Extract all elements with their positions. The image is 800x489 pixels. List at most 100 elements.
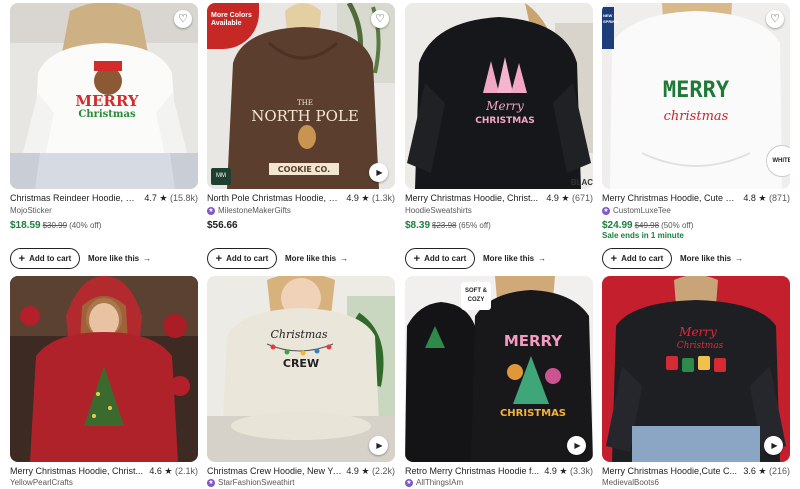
star-icon: ★ xyxy=(561,193,570,203)
listing-title[interactable]: Christmas Crew Hoodie, New Ye... xyxy=(207,466,342,477)
sale-price: $18.59 xyxy=(10,220,41,231)
shop-name[interactable]: ★ MilestoneMakerGifts xyxy=(207,206,291,216)
color-swatch-badge: WHITE xyxy=(766,145,790,177)
listing-title[interactable]: Merry Christmas Hoodie, Cute C... xyxy=(602,193,739,204)
more-like-this-link[interactable]: More like this → xyxy=(680,248,743,269)
favorite-heart-icon[interactable]: ♡ xyxy=(371,10,389,28)
star-seller-icon: ★ xyxy=(207,479,215,487)
discount-percent: (65% off) xyxy=(458,221,491,230)
price-row: $18.59 $30.99 (40% off) xyxy=(10,220,101,232)
listing-image-7[interactable]: MERRY CHRISTMAS SOFT & COZY ▶ xyxy=(405,276,593,462)
listing-rating: 4.9 ★ (3.3k) xyxy=(544,466,593,476)
star-icon: ★ xyxy=(361,193,370,203)
color-label: BLAC xyxy=(570,178,593,187)
price: $56.66 xyxy=(207,220,238,231)
star-icon: ★ xyxy=(559,466,568,476)
svg-text:THE: THE xyxy=(297,99,313,107)
video-play-icon[interactable]: ▶ xyxy=(369,436,388,455)
listing-card-4[interactable]: MERRY christmas NEW SPRING ♡ WHITE Merry… xyxy=(602,3,790,269)
svg-text:CHRISTMAS: CHRISTMAS xyxy=(475,116,534,126)
svg-text:Christmas: Christmas xyxy=(78,109,136,120)
more-like-this-link[interactable]: More like this → xyxy=(483,248,546,269)
add-to-cart-button[interactable]: + Add to cart xyxy=(602,248,672,269)
listing-rating: 4.6 ★ (2.1k) xyxy=(149,466,198,476)
shop-name[interactable]: MojoSticker xyxy=(10,206,52,216)
arrow-right-icon: → xyxy=(143,254,152,263)
star-icon: ★ xyxy=(159,193,168,203)
shop-name[interactable]: HoodieSweatshirts xyxy=(405,206,472,216)
discount-percent: (50% off) xyxy=(661,221,694,230)
plus-icon: + xyxy=(18,252,26,265)
svg-text:MERRY: MERRY xyxy=(663,78,730,103)
svg-text:CREW: CREW xyxy=(283,357,319,370)
svg-text:Christmas: Christmas xyxy=(271,328,328,341)
sale-price: $24.99 xyxy=(602,220,633,231)
soft-cozy-badge: SOFT & COZY xyxy=(461,282,491,310)
shop-name[interactable]: YellowPearlCrafts xyxy=(10,478,73,488)
shop-name[interactable]: MedievalBoots6 xyxy=(602,478,659,488)
listing-image-5[interactable] xyxy=(10,276,198,462)
favorite-heart-icon[interactable]: ♡ xyxy=(174,10,192,28)
listing-title[interactable]: Christmas Reindeer Hoodie, Chr... xyxy=(10,193,140,204)
add-to-cart-button[interactable]: + Add to cart xyxy=(405,248,475,269)
listing-title[interactable]: Merry Christmas Hoodie, Christ... xyxy=(405,193,542,204)
star-icon: ★ xyxy=(758,466,767,476)
arrow-right-icon: → xyxy=(340,254,349,263)
listing-card-8[interactable]: Merry Christmas ▶ Merry Christmas Hoodie… xyxy=(602,276,790,487)
listing-title[interactable]: Merry Christmas Hoodie, Christ... xyxy=(10,466,145,477)
more-like-this-link[interactable]: More like this → xyxy=(285,248,348,269)
shop-name[interactable]: ★ StarFashionSweathirt xyxy=(207,478,294,488)
favorite-heart-icon[interactable]: ♡ xyxy=(766,10,784,28)
arrow-right-icon: → xyxy=(735,254,744,263)
video-play-icon[interactable]: ▶ xyxy=(369,163,388,182)
listing-image-3[interactable]: Merry CHRISTMAS BLAC xyxy=(405,3,593,189)
plus-icon: + xyxy=(215,252,223,265)
sale-ends-notice: Sale ends in 1 minute xyxy=(602,231,684,240)
plus-icon: + xyxy=(610,252,618,265)
listing-image-8[interactable]: Merry Christmas ▶ xyxy=(602,276,790,462)
listing-rating: 4.9 ★ (1.3k) xyxy=(346,193,395,203)
original-price: $30.99 xyxy=(42,221,68,230)
listing-card-3[interactable]: Merry CHRISTMAS BLAC Merry Christmas Hoo… xyxy=(405,3,593,269)
original-price: $23.98 xyxy=(432,221,457,230)
svg-text:christmas: christmas xyxy=(664,109,729,124)
listing-card-6[interactable]: Christmas CREW ▶ Christmas Crew Hoodie, … xyxy=(207,276,395,487)
svg-text:Christmas: Christmas xyxy=(677,341,724,351)
svg-text:COOKIE CO.: COOKIE CO. xyxy=(278,165,330,174)
star-seller-icon: ★ xyxy=(405,479,413,487)
listing-image-4[interactable]: MERRY christmas NEW SPRING ♡ WHITE xyxy=(602,3,790,189)
svg-text:Merry: Merry xyxy=(485,99,524,113)
listing-title[interactable]: Retro Merry Christmas Hoodie f... xyxy=(405,466,540,477)
add-to-cart-button[interactable]: + Add to cart xyxy=(207,248,277,269)
star-icon: ★ xyxy=(164,466,173,476)
listing-title[interactable]: Merry Christmas Hoodie,Cute C... xyxy=(602,466,739,477)
original-price: $49.98 xyxy=(634,221,660,230)
svg-text:MERRY: MERRY xyxy=(504,332,563,350)
listing-card-5[interactable]: Merry Christmas Hoodie, Christ... 4.6 ★ … xyxy=(10,276,198,487)
listing-card-7[interactable]: MERRY CHRISTMAS SOFT & COZY ▶ Retro Merr… xyxy=(405,276,593,487)
star-icon: ★ xyxy=(361,466,370,476)
listing-rating: 3.6 ★ (216) xyxy=(743,466,790,476)
listing-card-1[interactable]: MERRY Christmas ♡ Christmas Reindeer Hoo… xyxy=(10,3,198,269)
star-seller-icon: ★ xyxy=(602,207,610,215)
shop-name[interactable]: ★ AllThingsIAm xyxy=(405,478,463,488)
listing-image-1[interactable]: MERRY Christmas ♡ xyxy=(10,3,198,189)
promo-ribbon: NEW SPRING xyxy=(602,7,618,49)
video-play-icon[interactable]: ▶ xyxy=(567,436,586,455)
more-like-this-link[interactable]: More like this → xyxy=(88,248,151,269)
listing-title[interactable]: North Pole Christmas Hoodie, C... xyxy=(207,193,342,204)
video-play-icon[interactable]: ▶ xyxy=(764,436,783,455)
listing-image-2[interactable]: THE NORTH POLE COOKIE CO. More Colors Av… xyxy=(207,3,395,189)
svg-text:Merry: Merry xyxy=(678,325,717,339)
shop-name[interactable]: ★ CustomLuxeTee xyxy=(602,206,671,216)
sale-price: $8.39 xyxy=(405,220,431,231)
listing-card-2[interactable]: THE NORTH POLE COOKIE CO. More Colors Av… xyxy=(207,3,395,269)
price-row: $8.39 $23.98 (65% off) xyxy=(405,220,491,232)
price-row: $56.66 xyxy=(207,220,238,232)
plus-icon: + xyxy=(413,252,421,265)
shop-logo-badge: MM xyxy=(211,168,231,185)
listing-rating: 4.9 ★ (2.2k) xyxy=(346,466,395,476)
listing-image-6[interactable]: Christmas CREW ▶ xyxy=(207,276,395,462)
add-to-cart-button[interactable]: + Add to cart xyxy=(10,248,80,269)
star-seller-icon: ★ xyxy=(207,207,215,215)
